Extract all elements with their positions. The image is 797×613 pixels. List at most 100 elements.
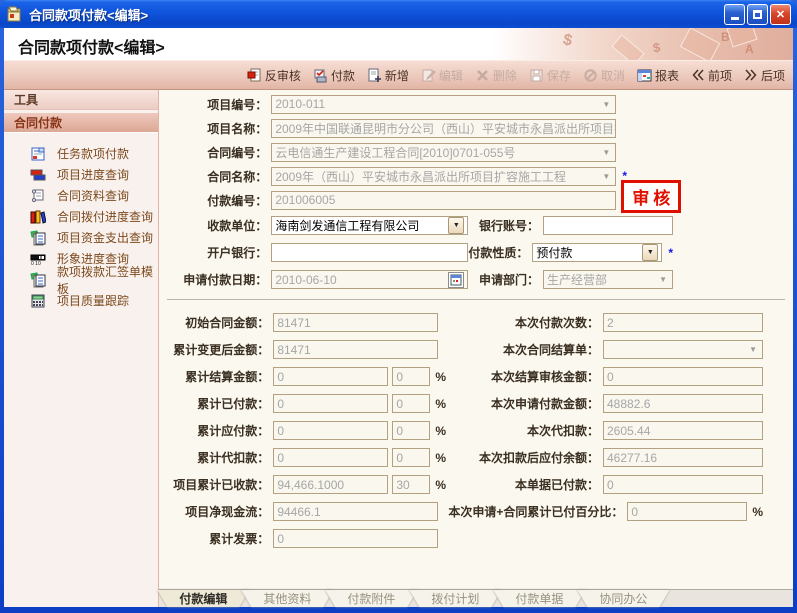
payment-count-field[interactable]: 2 xyxy=(603,313,763,332)
sidebar-item-contract-info[interactable]: 合同资料查询 xyxy=(4,185,158,206)
form-row: 付款编号： 201006005 xyxy=(159,188,793,212)
cancel-button: 取消 xyxy=(583,67,625,84)
page-title: 合同款项付款<编辑> xyxy=(18,34,165,58)
sidebar-item-payment-sign-template[interactable]: 款项拨款汇签单模板 xyxy=(4,269,158,290)
amount-after-change-field[interactable]: 81471 xyxy=(273,340,438,359)
chevron-down-icon: ▼ xyxy=(602,172,612,181)
amount-row: 初始合同金额： 81471 本次付款次数： 2 xyxy=(159,309,793,336)
cancel-icon xyxy=(583,68,598,83)
project-received-field[interactable]: 94,466.1000 xyxy=(273,475,388,494)
chevron-down-icon: ▼ xyxy=(602,148,612,157)
visual-progress-icon: 0 10 xyxy=(30,251,46,267)
current-withholding-field[interactable]: 2605.44 xyxy=(603,421,763,440)
project-no-combobox[interactable]: 2010-011 ▼ xyxy=(271,95,616,114)
tab-other-info[interactable]: 其他资料 xyxy=(241,590,333,607)
cumulative-payable-field[interactable]: 0 xyxy=(273,421,388,440)
maximize-icon xyxy=(753,10,762,19)
banner-image: $ $ B A xyxy=(493,28,793,60)
bank-field[interactable] xyxy=(271,243,468,262)
prev-icon xyxy=(691,68,705,82)
tab-payment-edit[interactable]: 付款编辑 xyxy=(157,590,249,607)
cumulative-withholding-field[interactable]: 0 xyxy=(273,448,388,467)
chevron-down-icon: ▼ xyxy=(659,275,669,284)
cumulative-settlement-pct-field[interactable]: 0 xyxy=(392,367,430,386)
form-row: 合同名称： 2009年（西山）平安城市永昌派出所项目扩容施工工程 ▼ * xyxy=(159,164,793,188)
tab-payment-documents[interactable]: 付款单据 xyxy=(493,590,585,607)
cumulative-invoice-field[interactable]: 0 xyxy=(273,529,438,548)
maximize-button[interactable] xyxy=(747,4,768,25)
main-panel: 项目编号： 2010-011 ▼ 项目名称： 2009年中国联通昆明市分公司（西… xyxy=(159,90,793,607)
form-row: 收款单位： 海南剑发通信工程有限公司 ▼ 银行账号： xyxy=(159,212,793,239)
app-icon xyxy=(6,6,23,23)
tab-collaboration[interactable]: 协同办公 xyxy=(577,590,669,607)
payment-form: 项目编号： 2010-011 ▼ 项目名称： 2009年中国联通昆明市分公司（西… xyxy=(159,90,793,589)
contract-no-combobox[interactable]: 云电信通生产建设工程合同[2010]0701-055号 ▼ xyxy=(271,143,616,162)
window-title: 合同款项付款<编辑> xyxy=(29,5,724,24)
form-row: 项目编号： 2010-011 ▼ xyxy=(159,92,793,116)
settlement-audit-amount-field[interactable]: 0 xyxy=(603,367,763,386)
sidebar-item-contract-allocation-progress[interactable]: 合同拨付进度查询 xyxy=(4,206,158,227)
close-icon: ✕ xyxy=(776,8,785,21)
amount-row: 项目累计已收款： 94,466.1000 30 % 本单据已付款： 0 xyxy=(159,471,793,498)
current-request-amount-field[interactable]: 48882.6 xyxy=(603,394,763,413)
project-received-pct-field[interactable]: 30 xyxy=(392,475,430,494)
project-name-field[interactable]: 2009年中国联通昆明市分公司（西山）平安城市永昌派出所项目扩 xyxy=(271,119,616,138)
sidebar-item-fund-expense-query[interactable]: 项目资金支出查询 xyxy=(4,227,158,248)
amount-row: 累计代扣款： 0 0 % 本次扣款后应付余额： 46277.16 xyxy=(159,444,793,471)
amount-row: 项目净现金流： 94466.1 本次申请+合同累计已付百分比： 0 % xyxy=(159,498,793,525)
cumulative-settlement-field[interactable]: 0 xyxy=(273,367,388,386)
edit-icon xyxy=(421,68,436,83)
form-row: 项目名称： 2009年中国联通昆明市分公司（西山）平安城市永昌派出所项目扩 xyxy=(159,116,793,140)
prev-item-button[interactable]: 前项 xyxy=(691,67,732,84)
new-button[interactable]: 新增 xyxy=(367,67,409,84)
cumulative-paid-percent-field[interactable]: 0 xyxy=(627,502,747,521)
settlement-sheet-combobox[interactable]: ▼ xyxy=(603,340,763,359)
delete-icon xyxy=(475,68,490,83)
pay-button[interactable]: 付款 xyxy=(313,67,355,84)
page-header: 合同款项付款<编辑> $ $ B A xyxy=(4,28,793,60)
minimize-icon xyxy=(731,17,739,20)
bank-account-field[interactable] xyxy=(543,216,673,235)
cumulative-paid-field[interactable]: 0 xyxy=(273,394,388,413)
tab-payment-attachments[interactable]: 付款附件 xyxy=(325,590,417,607)
form-row: 申请付款日期： 2010-06-10 申请部门： 生产经营部 ▼ xyxy=(159,266,793,293)
form-row: 合同编号： 云电信通生产建设工程合同[2010]0701-055号 ▼ xyxy=(159,140,793,164)
sidebar-item-task-payment[interactable]: 任务款项付款 xyxy=(4,143,158,164)
sidebar-item-project-progress[interactable]: 项目进度查询 xyxy=(4,164,158,185)
tab-allocation-plan[interactable]: 拨付计划 xyxy=(409,590,501,607)
contract-name-combobox[interactable]: 2009年（西山）平安城市永昌派出所项目扩容施工工程 ▼ xyxy=(271,167,616,186)
edit-button: 编辑 xyxy=(421,67,463,84)
pay-icon xyxy=(313,68,328,83)
chevron-down-icon: ▼ xyxy=(749,345,759,354)
chevron-down-icon[interactable]: ▼ xyxy=(448,217,464,234)
sidebar-tools-header[interactable]: 工具 xyxy=(4,90,158,110)
payee-combobox[interactable]: 海南剑发通信工程有限公司 ▼ xyxy=(271,216,468,235)
apply-dept-combobox[interactable]: 生产经营部 ▼ xyxy=(543,270,673,289)
allocation-progress-icon xyxy=(30,209,46,225)
payment-no-field[interactable]: 201006005 xyxy=(271,191,616,210)
report-icon xyxy=(637,68,652,83)
close-button[interactable]: ✕ xyxy=(770,4,791,25)
calendar-icon[interactable] xyxy=(448,272,464,288)
cumulative-paid-pct-field[interactable]: 0 xyxy=(392,394,430,413)
next-item-button[interactable]: 后项 xyxy=(744,67,785,84)
balance-after-deduction-field[interactable]: 46277.16 xyxy=(603,448,763,467)
bottom-tabstrip: 付款编辑 其他资料 付款附件 拨付计划 付款单据 协同办公 xyxy=(159,589,793,607)
new-icon xyxy=(367,68,382,83)
report-button[interactable]: 报表 xyxy=(637,67,679,84)
initial-contract-amount-field[interactable]: 81471 xyxy=(273,313,438,332)
minimize-button[interactable] xyxy=(724,4,745,25)
unaudit-button[interactable]: 反审核 xyxy=(247,67,301,84)
chevron-down-icon[interactable]: ▼ xyxy=(642,244,658,261)
amount-row: 累计发票： 0 xyxy=(159,525,793,552)
cumulative-withholding-pct-field[interactable]: 0 xyxy=(392,448,430,467)
sidebar-section-contract-payment[interactable]: 合同付款 xyxy=(4,113,158,133)
cumulative-payable-pct-field[interactable]: 0 xyxy=(392,421,430,440)
net-cash-flow-field[interactable]: 94466.1 xyxy=(273,502,438,521)
document-paid-field[interactable]: 0 xyxy=(603,475,763,494)
amount-row: 累计变更后金额： 81471 本次合同结算单： ▼ xyxy=(159,336,793,363)
payment-type-combobox[interactable]: 预付款 ▼ xyxy=(532,243,662,262)
chevron-down-icon: ▼ xyxy=(602,100,612,109)
window-titlebar: 合同款项付款<编辑> ✕ xyxy=(0,0,797,28)
apply-date-field[interactable]: 2010-06-10 xyxy=(271,270,468,289)
